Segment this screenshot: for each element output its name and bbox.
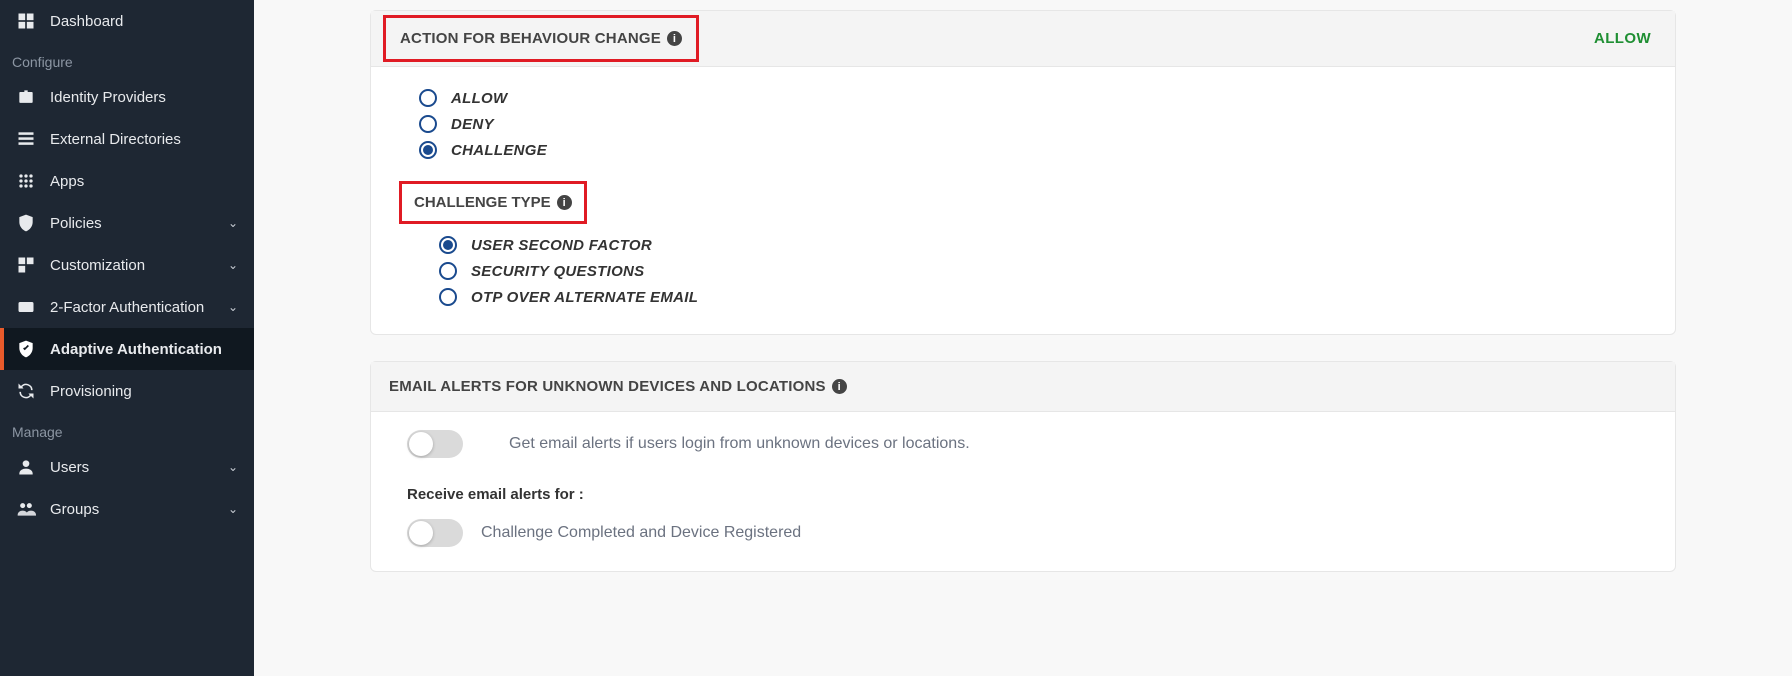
email-panel-head: EMAIL ALERTS FOR UNKNOWN DEVICES AND LOC… xyxy=(371,362,1675,412)
sidebar-label: Provisioning xyxy=(50,383,132,400)
challenge-type-title: CHALLENGE TYPE i xyxy=(399,181,587,224)
chevron-down-icon: ⌄ xyxy=(228,300,238,314)
sidebar-item-identity-providers[interactable]: Identity Providers xyxy=(0,76,254,118)
sidebar-item-policies[interactable]: Policies ⌄ xyxy=(0,202,254,244)
info-icon[interactable]: i xyxy=(832,379,847,394)
grid-icon xyxy=(16,171,36,191)
radio-icon xyxy=(439,262,457,280)
option-label: USER SECOND FACTOR xyxy=(471,237,652,254)
chevron-down-icon: ⌄ xyxy=(228,216,238,230)
challenge-completed-toggle[interactable] xyxy=(407,519,463,547)
email-alert-toggle[interactable] xyxy=(407,430,463,458)
sidebar-item-dashboard[interactable]: Dashboard xyxy=(0,0,254,42)
sidebar-label: Identity Providers xyxy=(50,89,166,106)
sidebar-label: 2-Factor Authentication xyxy=(50,299,204,316)
sidebar-label: Apps xyxy=(50,173,84,190)
challenge-option-otp[interactable]: OTP OVER ALTERNATE EMAIL xyxy=(439,284,1647,310)
radio-icon xyxy=(419,141,437,159)
option-label: SECURITY QUESTIONS xyxy=(471,263,644,280)
email-title-text: EMAIL ALERTS FOR UNKNOWN DEVICES AND LOC… xyxy=(389,378,826,395)
sidebar-item-provisioning[interactable]: Provisioning xyxy=(0,370,254,412)
info-icon[interactable]: i xyxy=(667,31,682,46)
info-icon[interactable]: i xyxy=(557,195,572,210)
action-option-challenge[interactable]: CHALLENGE xyxy=(419,137,1647,163)
action-panel-body: ALLOW DENY CHALLENGE CHALLENGE TYPE i US… xyxy=(371,67,1675,334)
shield-check-icon xyxy=(16,339,36,359)
sidebar-label: Customization xyxy=(50,257,145,274)
sidebar-label: Users xyxy=(50,459,89,476)
group-icon xyxy=(16,499,36,519)
chevron-down-icon: ⌄ xyxy=(228,460,238,474)
user-icon xyxy=(16,457,36,477)
section-configure: Configure xyxy=(0,42,254,76)
main-content: ACTION FOR BEHAVIOUR CHANGE i ALLOW ALLO… xyxy=(254,0,1792,676)
action-title-text: ACTION FOR BEHAVIOUR CHANGE xyxy=(400,30,661,47)
radio-icon xyxy=(439,288,457,306)
action-option-deny[interactable]: DENY xyxy=(419,111,1647,137)
challenge-option-usf[interactable]: USER SECOND FACTOR xyxy=(439,232,1647,258)
email-panel: EMAIL ALERTS FOR UNKNOWN DEVICES AND LOC… xyxy=(370,361,1676,572)
section-manage: Manage xyxy=(0,412,254,446)
option-label: CHALLENGE xyxy=(451,142,547,159)
challenge-completed-text: Challenge Completed and Device Registere… xyxy=(481,524,801,542)
radio-icon xyxy=(419,115,437,133)
sidebar-label: Groups xyxy=(50,501,99,518)
chevron-down-icon: ⌄ xyxy=(228,502,238,516)
action-panel: ACTION FOR BEHAVIOUR CHANGE i ALLOW ALLO… xyxy=(370,10,1676,335)
puzzle-icon xyxy=(16,255,36,275)
sidebar-label: External Directories xyxy=(50,131,181,148)
option-label: OTP OVER ALTERNATE EMAIL xyxy=(471,289,698,306)
action-title: ACTION FOR BEHAVIOUR CHANGE i xyxy=(383,15,699,62)
email-title: EMAIL ALERTS FOR UNKNOWN DEVICES AND LOC… xyxy=(389,378,847,395)
sidebar-item-customization[interactable]: Customization ⌄ xyxy=(0,244,254,286)
challenge-option-sq[interactable]: SECURITY QUESTIONS xyxy=(439,258,1647,284)
sidebar-label: Policies xyxy=(50,215,102,232)
list-icon xyxy=(16,129,36,149)
sidebar-item-2fa[interactable]: 2-Factor Authentication ⌄ xyxy=(0,286,254,328)
challenge-type-text: CHALLENGE TYPE xyxy=(414,194,551,211)
briefcase-icon xyxy=(16,87,36,107)
keypad-icon xyxy=(16,297,36,317)
sidebar-item-groups[interactable]: Groups ⌄ xyxy=(0,488,254,530)
action-option-allow[interactable]: ALLOW xyxy=(419,85,1647,111)
sidebar-item-apps[interactable]: Apps xyxy=(0,160,254,202)
sync-icon xyxy=(16,381,36,401)
action-panel-head: ACTION FOR BEHAVIOUR CHANGE i ALLOW xyxy=(371,11,1675,67)
sidebar: Dashboard Configure Identity Providers E… xyxy=(0,0,254,676)
dashboard-icon xyxy=(16,11,36,31)
sidebar-item-external-directories[interactable]: External Directories xyxy=(0,118,254,160)
email-panel-body: Get email alerts if users login from unk… xyxy=(371,412,1675,571)
challenge-options: USER SECOND FACTOR SECURITY QUESTIONS OT… xyxy=(419,232,1647,310)
radio-icon xyxy=(419,89,437,107)
email-toggle-text: Get email alerts if users login from unk… xyxy=(509,435,970,453)
option-label: ALLOW xyxy=(451,90,507,107)
sidebar-item-users[interactable]: Users ⌄ xyxy=(0,446,254,488)
chevron-down-icon: ⌄ xyxy=(228,258,238,272)
email-toggle-row: Get email alerts if users login from unk… xyxy=(407,430,1647,458)
radio-icon xyxy=(439,236,457,254)
sidebar-label: Adaptive Authentication xyxy=(50,341,222,358)
action-status: ALLOW xyxy=(1594,30,1651,47)
sidebar-label: Dashboard xyxy=(50,13,123,30)
challenge-completed-row: Challenge Completed and Device Registere… xyxy=(407,519,1647,547)
shield-icon xyxy=(16,213,36,233)
sidebar-item-adaptive-auth[interactable]: Adaptive Authentication xyxy=(0,328,254,370)
option-label: DENY xyxy=(451,116,494,133)
receive-alerts-label: Receive email alerts for : xyxy=(407,486,1647,503)
